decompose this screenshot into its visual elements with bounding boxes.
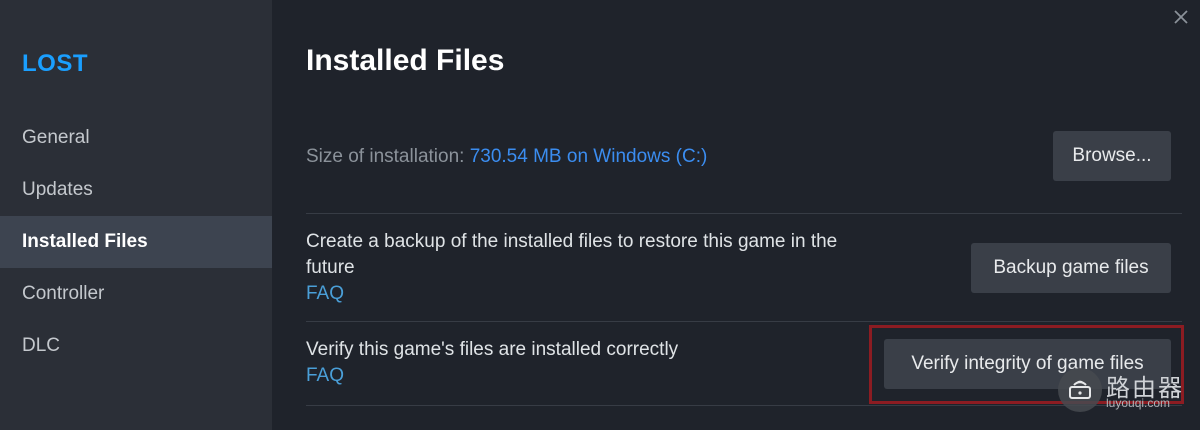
- browse-button[interactable]: Browse...: [1053, 131, 1171, 181]
- page-title: Installed Files: [306, 44, 505, 77]
- verify-description: Verify this game's files are installed c…: [306, 337, 678, 389]
- sidebar-item-controller[interactable]: Controller: [0, 268, 272, 320]
- backup-text-line2: future: [306, 257, 355, 278]
- close-icon: [1174, 10, 1188, 24]
- size-label: Size of installation:: [306, 146, 470, 167]
- backup-text-line1: Create a backup of the installed files t…: [306, 231, 838, 252]
- sidebar-item-dlc[interactable]: DLC: [0, 320, 272, 372]
- size-of-installation: Size of installation: 730.54 MB on Windo…: [306, 144, 707, 170]
- divider: [306, 405, 1182, 406]
- backup-description: Create a backup of the installed files t…: [306, 229, 837, 307]
- verify-faq-link[interactable]: FAQ: [306, 363, 678, 389]
- verify-text: Verify this game's files are installed c…: [306, 339, 679, 360]
- size-value: 730.54 MB on Windows (C:): [469, 146, 708, 167]
- watermark-subtext: luyouqi.com: [1106, 396, 1171, 410]
- game-title: LOST: [22, 50, 88, 77]
- sidebar: LOST General Updates Installed Files Con…: [0, 0, 272, 430]
- sidebar-item-updates[interactable]: Updates: [0, 164, 272, 216]
- backup-faq-link[interactable]: FAQ: [306, 281, 837, 307]
- divider: [306, 321, 1182, 322]
- router-logo-icon: [1058, 368, 1102, 412]
- watermark: 路由器 luyouqi.com: [1058, 366, 1198, 416]
- close-button[interactable]: [1170, 6, 1192, 28]
- divider: [306, 213, 1182, 214]
- backup-game-files-button[interactable]: Backup game files: [971, 243, 1171, 293]
- sidebar-item-installed-files[interactable]: Installed Files: [0, 216, 272, 268]
- sidebar-item-general[interactable]: General: [0, 112, 272, 164]
